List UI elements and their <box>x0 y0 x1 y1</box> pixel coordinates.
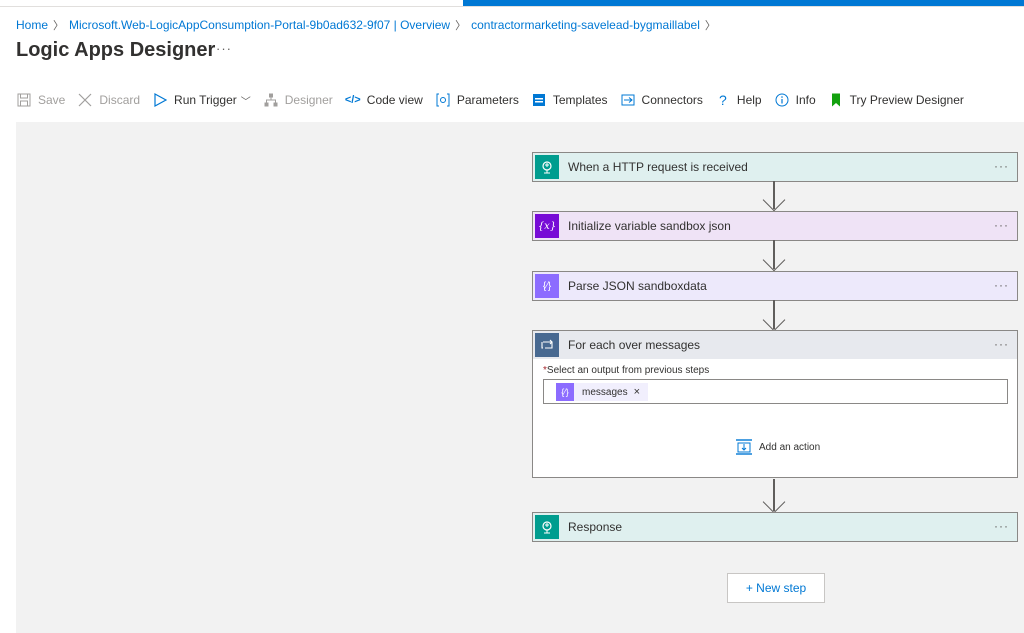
step-response[interactable]: Response ··· <box>532 512 1018 542</box>
breadcrumb-resource[interactable]: Microsoft.Web-LogicAppConsumption-Portal… <box>69 18 450 32</box>
code-view-label: Code view <box>366 93 423 107</box>
variable-icon: {x} <box>535 214 559 238</box>
templates-label: Templates <box>552 93 608 107</box>
field-label-text: Select an output from previous steps <box>546 365 710 376</box>
step-title: Response <box>568 520 623 534</box>
add-action-icon <box>735 438 753 456</box>
breadcrumb-home[interactable]: Home <box>16 18 48 32</box>
parse-json-icon: {⁄} <box>556 383 574 401</box>
help-button[interactable]: ? Help <box>715 92 762 108</box>
designer-button[interactable]: Designer <box>263 92 333 108</box>
step-title: When a HTTP request is received <box>568 160 748 174</box>
save-icon <box>16 92 32 108</box>
save-label: Save <box>38 93 66 107</box>
step-initialize-variable[interactable]: {x} Initialize variable sandbox json ··· <box>532 211 1018 241</box>
parameters-icon <box>435 92 451 108</box>
designer-toolbar: Save Discard Run Trigger ﹀ Designer </> … <box>16 89 976 111</box>
hierarchy-icon <box>263 92 279 108</box>
question-icon: ? <box>719 92 727 108</box>
try-preview-designer-button[interactable]: Try Preview Designer <box>828 92 964 108</box>
connectors-label: Connectors <box>641 93 703 107</box>
step-header[interactable]: Response ··· <box>533 513 1017 541</box>
step-more-button[interactable]: ··· <box>994 159 1009 173</box>
field-label: *Select an output from previous steps <box>543 365 709 376</box>
remove-token-button[interactable]: × <box>634 386 640 398</box>
dynamic-content-token[interactable]: {⁄} messages × <box>556 383 649 401</box>
new-step-button[interactable]: + New step <box>727 573 825 603</box>
parse-json-icon: {⁄} <box>535 274 559 298</box>
loop-icon <box>535 333 559 357</box>
step-title: Initialize variable sandbox json <box>568 219 731 233</box>
designer-label: Designer <box>284 93 333 107</box>
add-action-label: Add an action <box>759 441 821 453</box>
breadcrumb-app[interactable]: contractormarketing-savelead-bygmaillabe… <box>471 18 700 32</box>
step-more-button[interactable]: ··· <box>994 278 1009 292</box>
save-button[interactable]: Save <box>16 92 65 108</box>
step-title: Parse JSON sandboxdata <box>568 279 707 293</box>
code-icon: </> <box>344 94 361 106</box>
step-header[interactable]: For each over messages ··· <box>533 331 1017 359</box>
chevron-right-icon: 〉 <box>704 20 716 32</box>
add-action-button[interactable]: Add an action <box>735 438 820 456</box>
info-icon <box>774 92 790 108</box>
connectors-button[interactable]: Connectors <box>620 92 703 108</box>
http-request-icon <box>535 155 559 179</box>
for-each-body: *Select an output from previous steps {⁄… <box>533 359 1017 477</box>
breadcrumb: Home 〉 Microsoft.Web-LogicAppConsumption-P… <box>16 17 721 33</box>
page-title: Logic Apps Designer <box>16 39 216 61</box>
bookmark-icon <box>828 92 844 108</box>
step-header[interactable]: When a HTTP request is received ··· <box>533 153 1017 181</box>
parameters-button[interactable]: Parameters <box>435 92 519 108</box>
more-options-button[interactable]: ··· <box>216 41 232 56</box>
step-for-each[interactable]: For each over messages ··· *Select an ou… <box>532 330 1018 478</box>
code-view-button[interactable]: </> Code view <box>345 92 423 108</box>
output-select-input[interactable]: {⁄} messages × <box>543 379 1008 404</box>
step-http-trigger[interactable]: When a HTTP request is received ··· <box>532 152 1018 182</box>
step-title: For each over messages <box>568 338 701 352</box>
top-bar <box>0 0 1024 7</box>
chevron-down-icon: ﹀ <box>240 96 251 108</box>
discard-label: Discard <box>99 93 141 107</box>
divider <box>0 6 1024 7</box>
chevron-right-icon: 〉 <box>53 20 65 32</box>
try-preview-label: Try Preview Designer <box>849 93 964 107</box>
connectors-icon <box>620 92 636 108</box>
token-label: messages <box>582 386 628 398</box>
run-trigger-label: Run Trigger <box>174 93 237 107</box>
step-header[interactable]: {⁄} Parse JSON sandboxdata ··· <box>533 272 1017 300</box>
templates-button[interactable]: Templates <box>531 92 608 108</box>
step-more-button[interactable]: ··· <box>994 519 1009 533</box>
http-response-icon <box>535 515 559 539</box>
play-icon <box>152 92 168 108</box>
step-header[interactable]: {x} Initialize variable sandbox json ··· <box>533 212 1017 240</box>
discard-button[interactable]: Discard <box>77 92 140 108</box>
chevron-right-icon: 〉 <box>455 20 467 32</box>
parameters-label: Parameters <box>456 93 519 107</box>
close-icon <box>77 92 93 108</box>
help-label: Help <box>736 93 762 107</box>
step-parse-json[interactable]: {⁄} Parse JSON sandboxdata ··· <box>532 271 1018 301</box>
templates-icon <box>531 92 547 108</box>
step-more-button[interactable]: ··· <box>994 337 1009 351</box>
info-label: Info <box>795 93 816 107</box>
step-more-button[interactable]: ··· <box>994 218 1009 232</box>
info-button[interactable]: Info <box>774 92 816 108</box>
run-trigger-button[interactable]: Run Trigger ﹀ <box>152 92 251 108</box>
